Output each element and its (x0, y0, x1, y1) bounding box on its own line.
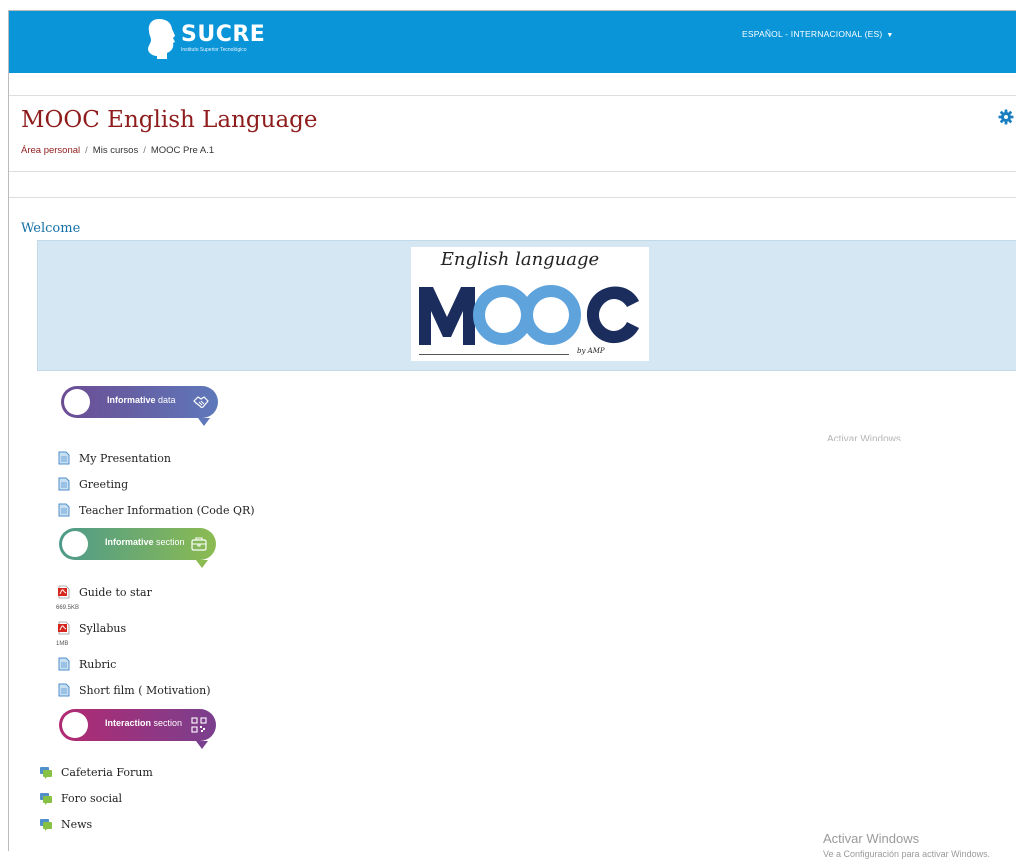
activity-cafeteria-forum[interactable]: Cafeteria Forum (39, 765, 153, 779)
section-pill-label: Informative data (107, 395, 176, 405)
toggle-knob (64, 389, 90, 415)
activity-news[interactable]: News (39, 817, 92, 831)
handshake-icon (193, 396, 209, 408)
qr-code-icon (191, 717, 207, 733)
section-title-welcome: Welcome (21, 221, 81, 236)
pdf-icon (58, 621, 70, 635)
page-title: MOOC English Language (21, 107, 318, 133)
briefcase-icon (191, 537, 207, 551)
page-icon (58, 683, 70, 697)
mooc-logo-card: English language by AMP (411, 247, 649, 361)
page-icon (58, 657, 70, 671)
breadcrumb-separator: / (85, 145, 88, 156)
section-pill-interaction-section[interactable]: Interaction section (59, 709, 216, 749)
language-menu[interactable]: ESPAÑOL - INTERNACIONAL (ES) ▼ (742, 29, 894, 39)
top-navbar: SUCRE Instituto Superior Tecnológico ESP… (9, 11, 1016, 73)
page-frame: SUCRE Instituto Superior Tecnológico ESP… (8, 10, 1016, 859)
pill-tail (196, 741, 208, 749)
activity-label: Short film ( Motivation) (79, 683, 211, 697)
divider (9, 197, 1016, 198)
activity-label: Greeting (79, 477, 129, 491)
breadcrumb-home[interactable]: Área personal (21, 145, 80, 156)
page-icon (58, 503, 70, 517)
forum-icon (40, 819, 52, 831)
logo-head-icon (148, 19, 175, 59)
forum-icon (40, 767, 52, 779)
watermark-partial: Activar Windows (827, 434, 901, 441)
activity-label: News (61, 817, 93, 831)
divider (9, 171, 1016, 172)
activity-label: Guide to star (79, 585, 152, 599)
activity-label: Teacher Information (Code QR) (79, 503, 255, 517)
section-pill-label: Interaction section (105, 718, 183, 728)
logo-subtitle: Instituto Superior Tecnológico (181, 47, 247, 53)
mooc-logo (419, 285, 639, 345)
logo-title: SUCRE (181, 22, 266, 47)
page-icon (58, 451, 70, 465)
file-size: 669.5KB (56, 605, 80, 611)
activity-label: My Presentation (79, 451, 172, 465)
gear-icon[interactable] (998, 109, 1014, 125)
file-size: 1MB (56, 641, 69, 647)
forum-icon (40, 793, 52, 805)
activity-syllabus[interactable]: Syllabus (57, 621, 126, 635)
activity-label: Foro social (61, 791, 123, 805)
activity-label: Rubric (79, 657, 117, 671)
breadcrumb-my-courses[interactable]: Mis cursos (93, 145, 138, 156)
watermark-title: Activar Windows (823, 831, 920, 846)
activity-my-presentation[interactable]: My Presentation (57, 451, 171, 465)
breadcrumb-course[interactable]: MOOC Pre A.1 (151, 145, 214, 156)
pill-tail (198, 418, 210, 426)
activity-foro-social[interactable]: Foro social (39, 791, 122, 805)
activity-greeting[interactable]: Greeting (57, 477, 128, 491)
banner-rule (419, 354, 569, 355)
course-banner: English language by AMP (37, 240, 1016, 371)
activity-label: Cafeteria Forum (61, 765, 153, 779)
toggle-knob (62, 531, 88, 557)
watermark-subtitle: Ve a Configuración para activar Windows. (823, 849, 991, 859)
section-pill-label: Informative section (105, 537, 185, 547)
breadcrumb: Área personal / Mis cursos / MOOC Pre A.1 (21, 145, 214, 156)
section-pill-informative-section[interactable]: Informative section (59, 528, 216, 568)
page-icon (58, 477, 70, 491)
site-logo[interactable]: SUCRE Instituto Superior Tecnológico (145, 17, 265, 59)
activity-rubric[interactable]: Rubric (57, 657, 116, 671)
pill-tail (196, 560, 208, 568)
activity-short-film[interactable]: Short film ( Motivation) (57, 683, 211, 697)
section-pill-informative-data[interactable]: Informative data (61, 386, 218, 426)
pdf-icon (58, 585, 70, 599)
banner-byline: by AMP (577, 347, 605, 355)
activity-guide-to-star[interactable]: Guide to star (57, 585, 152, 599)
divider (9, 95, 1016, 96)
activity-teacher-information[interactable]: Teacher Information (Code QR) (57, 503, 255, 517)
toggle-knob (62, 712, 88, 738)
caret-down-icon: ▼ (886, 32, 894, 39)
activity-label: Syllabus (79, 621, 127, 635)
language-label: ESPAÑOL - INTERNACIONAL (ES) (742, 29, 883, 39)
breadcrumb-separator: / (143, 145, 146, 156)
